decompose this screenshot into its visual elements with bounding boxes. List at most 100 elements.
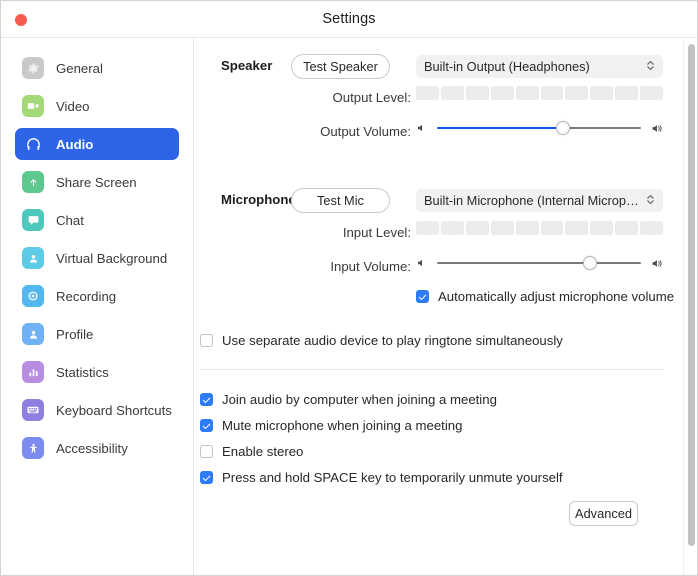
sidebar-item-statistics[interactable]: Statistics <box>15 356 179 388</box>
output-volume-label: Output Volume: <box>320 124 411 139</box>
level-segment <box>440 86 464 100</box>
person-frame-icon <box>22 247 44 269</box>
level-segment <box>440 221 464 235</box>
sidebar-item-label: Virtual Background <box>56 250 168 266</box>
checkbox-indicator <box>200 393 213 406</box>
record-circle-icon <box>22 285 44 307</box>
section-divider <box>200 369 664 370</box>
checkbox-indicator <box>200 419 213 432</box>
output-level-label: Output Level: <box>332 90 411 105</box>
sidebar-item-label: Chat <box>56 212 84 228</box>
level-segment <box>615 86 639 100</box>
sidebar-item-label: Share Screen <box>56 174 137 190</box>
sidebar-item-label: General <box>56 60 103 76</box>
level-segment <box>416 86 439 100</box>
level-segment <box>515 221 539 235</box>
checkbox-indicator <box>200 471 213 484</box>
input-volume-track <box>437 261 641 265</box>
sidebar-item-accessibility[interactable]: Accessibility <box>15 432 179 464</box>
speaker-low-icon <box>416 122 428 134</box>
speaker-section-label: Speaker <box>221 58 273 73</box>
level-segment <box>615 221 639 235</box>
sidebar-item-label: Keyboard Shortcuts <box>56 402 172 418</box>
settings-panel: Speaker Test Speaker Built-in Output (He… <box>194 38 697 575</box>
mute-mic-on-join-label: Mute microphone when joining a meeting <box>222 418 463 433</box>
input-volume-slider[interactable] <box>416 253 666 273</box>
window-body: General Video Audio Share Screen Chat Vi… <box>1 38 697 575</box>
push-to-talk-space-checkbox[interactable]: Press and hold SPACE key to temporarily … <box>200 470 563 485</box>
output-volume-thumb[interactable] <box>556 121 571 135</box>
speaker-device-value: Built-in Output (Headphones) <box>424 59 590 74</box>
push-to-talk-space-label: Press and hold SPACE key to temporarily … <box>222 470 563 485</box>
separate-ringtone-device-checkbox[interactable]: Use separate audio device to play ringto… <box>200 333 563 348</box>
sidebar: General Video Audio Share Screen Chat Vi… <box>1 38 194 575</box>
checkbox-indicator <box>416 290 429 303</box>
test-speaker-button[interactable]: Test Speaker <box>291 54 390 79</box>
sidebar-item-keyboard-shortcuts[interactable]: Keyboard Shortcuts <box>15 394 179 426</box>
scrollbar-thumb[interactable] <box>687 44 695 546</box>
sidebar-item-general[interactable]: General <box>15 52 179 84</box>
mic-high-icon <box>650 257 666 270</box>
enable-stereo-label: Enable stereo <box>222 444 304 459</box>
microphone-device-select[interactable]: Built-in Microphone (Internal Micropho..… <box>416 189 663 212</box>
sidebar-item-recording[interactable]: Recording <box>15 280 179 312</box>
level-segment <box>416 221 439 235</box>
join-audio-by-computer-checkbox[interactable]: Join audio by computer when joining a me… <box>200 392 497 407</box>
output-volume-fill <box>437 126 564 130</box>
sidebar-item-profile[interactable]: Profile <box>15 318 179 350</box>
sidebar-item-label: Profile <box>56 326 94 342</box>
auto-adjust-mic-volume-checkbox[interactable]: Automatically adjust microphone volume <box>416 289 674 304</box>
sidebar-item-chat[interactable]: Chat <box>15 204 179 236</box>
input-level-meter <box>416 221 664 235</box>
level-segment <box>590 221 614 235</box>
sidebar-item-share-screen[interactable]: Share Screen <box>15 166 179 198</box>
level-segment <box>490 221 514 235</box>
sidebar-item-label: Statistics <box>56 364 109 380</box>
page-title: Settings <box>322 11 376 27</box>
microphone-device-value: Built-in Microphone (Internal Micropho..… <box>424 193 640 208</box>
mic-low-icon <box>416 257 428 269</box>
headphones-icon <box>22 133 44 155</box>
speaker-device-select[interactable]: Built-in Output (Headphones) <box>416 55 663 78</box>
level-segment <box>540 86 564 100</box>
title-bar: Settings <box>1 1 697 38</box>
speaker-high-icon <box>650 122 666 135</box>
level-segment <box>640 86 664 100</box>
sidebar-item-virtual-background[interactable]: Virtual Background <box>15 242 179 274</box>
checkbox-indicator <box>200 445 213 458</box>
level-segment <box>465 86 489 100</box>
sidebar-item-label: Audio <box>56 136 94 152</box>
vertical-scrollbar[interactable] <box>683 38 697 575</box>
level-segment <box>590 86 614 100</box>
sidebar-item-audio[interactable]: Audio <box>15 128 179 160</box>
level-segment <box>540 221 564 235</box>
checkbox-indicator <box>200 334 213 347</box>
sidebar-item-video[interactable]: Video <box>15 90 179 122</box>
sidebar-item-label: Recording <box>56 288 117 304</box>
level-segment <box>565 86 589 100</box>
sidebar-item-label: Accessibility <box>56 440 128 456</box>
chat-bubble-icon <box>22 209 44 231</box>
advanced-button[interactable]: Advanced <box>569 501 638 526</box>
microphone-section-label: Microphone <box>221 192 296 207</box>
bar-chart-icon <box>22 361 44 383</box>
level-segment <box>565 221 589 235</box>
output-volume-slider[interactable] <box>416 118 666 138</box>
accessibility-icon <box>22 437 44 459</box>
mute-mic-on-join-checkbox[interactable]: Mute microphone when joining a meeting <box>200 418 462 433</box>
input-volume-thumb[interactable] <box>583 256 597 270</box>
separate-ringtone-device-label: Use separate audio device to play ringto… <box>222 333 563 348</box>
level-segment <box>490 86 514 100</box>
level-segment <box>465 221 489 235</box>
level-segment <box>515 86 539 100</box>
sidebar-item-label: Video <box>56 98 90 114</box>
join-audio-by-computer-label: Join audio by computer when joining a me… <box>222 392 497 407</box>
keyboard-icon <box>22 399 44 421</box>
input-volume-label: Input Volume: <box>330 259 411 274</box>
close-icon[interactable] <box>15 14 27 26</box>
enable-stereo-checkbox[interactable]: Enable stereo <box>200 444 303 459</box>
chevron-updown-icon <box>646 193 655 209</box>
share-screen-icon <box>22 171 44 193</box>
output-level-meter <box>416 86 664 100</box>
test-mic-button[interactable]: Test Mic <box>291 188 390 213</box>
